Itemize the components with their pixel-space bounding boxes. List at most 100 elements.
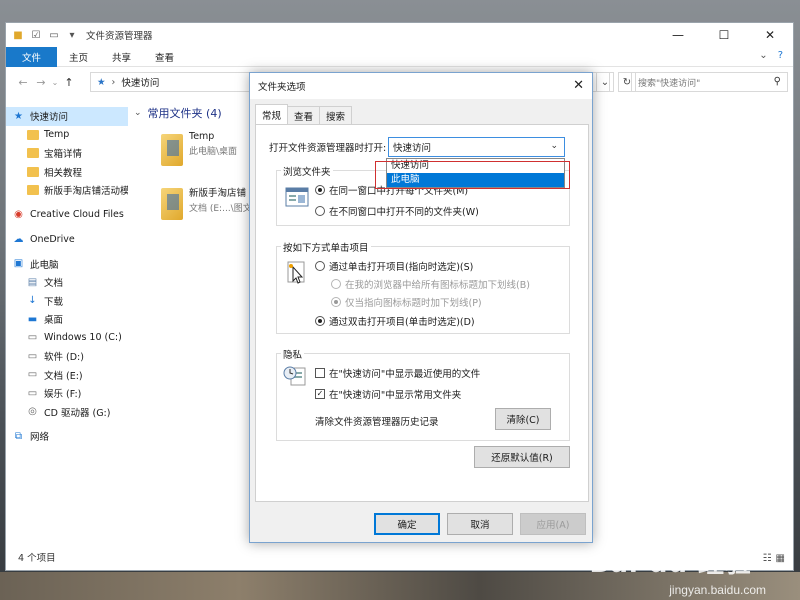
nav-item-label: 宝箱详情 xyxy=(44,149,83,161)
checkbox-label: 在"快速访问"中显示最近使用的文件 xyxy=(329,369,481,380)
nav-item-drive-c[interactable]: ▭ Windows 10 (C:) xyxy=(6,329,128,348)
new-folder-icon[interactable]: ▭ xyxy=(48,29,60,41)
back-arrow-icon[interactable]: ← xyxy=(14,73,32,91)
tab-search[interactable]: 搜索 xyxy=(319,106,353,124)
group-header[interactable]: ⌄ 常用文件夹 (4) xyxy=(134,103,264,123)
customize-toolbar-icon[interactable]: ▾ xyxy=(66,29,78,41)
nav-item-label: 软件 (D:) xyxy=(44,352,84,364)
nav-item-desktop[interactable]: ▬ 桌面 xyxy=(6,310,128,329)
highlight-annotation-box xyxy=(375,161,570,189)
open-explorer-selected-value: 快速访问 xyxy=(393,143,432,154)
underline-on-hover-radio[interactable]: 仅当指向图标标题时加下划线(P) xyxy=(331,295,482,309)
radio-dot xyxy=(315,185,325,195)
maximize-button[interactable]: ☐ xyxy=(701,23,747,47)
chevron-down-icon[interactable]: ⌄ xyxy=(550,141,558,151)
drive-icon: ▭ xyxy=(27,387,38,399)
underline-always-radio[interactable]: 在我的浏览器中给所有图标标题加下划线(B) xyxy=(331,277,530,291)
forward-arrow-icon[interactable]: → xyxy=(32,73,50,91)
collapse-chevron-icon[interactable]: ⌄ xyxy=(134,108,142,118)
nav-item-label: Creative Cloud Files xyxy=(30,209,124,221)
view-toggle-icons: ☷ ▦ xyxy=(763,553,785,564)
nav-item-treasure-details[interactable]: 宝箱详情 xyxy=(6,144,128,163)
radio-label: 在不同窗口中打开不同的文件夹(W) xyxy=(329,207,479,218)
folder-icon xyxy=(26,166,39,178)
onedrive-icon: ☁ xyxy=(13,233,24,245)
restore-defaults-button[interactable]: 还原默认值(R) xyxy=(474,446,570,468)
dialog-tabs: 常规 查看 搜索 xyxy=(255,104,353,124)
help-icon[interactable]: ? xyxy=(778,50,783,61)
tab-view-options[interactable]: 查看 xyxy=(287,106,321,124)
tab-share[interactable]: 共享 xyxy=(100,47,143,67)
nav-item-onedrive[interactable]: ☁ OneDrive xyxy=(6,230,128,249)
privacy-history-icon xyxy=(283,366,306,386)
network-icon: ⧉ xyxy=(14,430,23,442)
tab-file[interactable]: 文件 xyxy=(6,46,58,67)
tab-general[interactable]: 常规 xyxy=(255,104,289,124)
nav-item-drive-d[interactable]: ▭ 软件 (D:) xyxy=(6,347,128,366)
drive-icon: ▭ xyxy=(27,350,38,362)
nav-item-this-pc[interactable]: ▣ 此电脑 xyxy=(6,255,128,274)
nav-item-quick-access[interactable]: ★ 快速访问 xyxy=(6,107,128,126)
nav-item-drive-e[interactable]: ▭ 文档 (E:) xyxy=(6,366,128,385)
nav-item-temp[interactable]: Temp xyxy=(6,126,128,145)
close-button[interactable]: ✕ xyxy=(747,23,793,47)
dialog-title: 文件夹选项 xyxy=(250,73,592,99)
watermark-logo: Bai du 经验 xyxy=(589,549,752,579)
nav-item-drive-g[interactable]: ◎ CD 驱动器 (G:) xyxy=(6,403,128,422)
cancel-button[interactable]: 取消 xyxy=(447,513,513,535)
large-icons-view-icon[interactable]: ▦ xyxy=(776,553,785,564)
expand-ribbon-icon[interactable]: ⌄ xyxy=(759,50,767,61)
nav-item-label: 网络 xyxy=(30,432,50,444)
window-title: 文件资源管理器 xyxy=(86,31,153,42)
nav-item-downloads[interactable]: ↓ 下载 xyxy=(6,292,128,311)
search-input[interactable]: 搜索"快速访问" xyxy=(638,76,700,89)
apply-button[interactable]: 应用(A) xyxy=(520,513,586,535)
pin-icon: ★ xyxy=(14,110,23,122)
nav-item-drive-f[interactable]: ▭ 娱乐 (F:) xyxy=(6,384,128,403)
folder-tile-name: Temp xyxy=(189,131,215,142)
nav-item-shop-activity[interactable]: 新版手淘店铺活动模 xyxy=(6,181,128,200)
folder-tile-location: 此电脑\桌面 xyxy=(189,147,238,157)
address-actions: ⌄ ↻ xyxy=(596,72,636,92)
ok-button[interactable]: 确定 xyxy=(374,513,440,535)
details-view-icon[interactable]: ☷ xyxy=(763,553,772,564)
browse-new-window-radio[interactable]: 在不同窗口中打开不同的文件夹(W) xyxy=(315,204,479,218)
search-icon[interactable]: ⚲ xyxy=(774,76,781,87)
click-items-title: 按如下方式单击项目 xyxy=(281,240,371,254)
nav-item-creative-cloud[interactable]: ◉ Creative Cloud Files xyxy=(6,206,128,225)
up-arrow-icon[interactable]: ↑ xyxy=(60,73,78,91)
nav-item-tutorials[interactable]: 相关教程 xyxy=(6,163,128,182)
clear-history-button[interactable]: 清除(C) xyxy=(495,408,551,430)
tab-view[interactable]: 查看 xyxy=(143,47,186,67)
single-click-radio[interactable]: 通过单击打开项目(指向时选定)(S) xyxy=(315,259,473,273)
recent-locations-icon[interactable]: ⌄ xyxy=(50,73,60,91)
ribbon-help-area: ⌄ ? xyxy=(759,50,783,61)
nav-item-network[interactable]: ⧉ 网络 xyxy=(6,427,128,446)
radio-dot xyxy=(315,206,325,216)
nav-item-label: 新版手淘店铺活动模 xyxy=(44,186,128,198)
clear-history-label: 清除文件资源管理器历史记录 xyxy=(315,417,439,428)
minimize-button[interactable]: — xyxy=(655,23,701,47)
show-recent-files-checkbox[interactable]: 在"快速访问"中显示最近使用的文件 xyxy=(315,366,480,380)
properties-icon[interactable]: ☑ xyxy=(30,29,42,41)
show-frequent-folders-checkbox[interactable]: ✓ 在"快速访问"中显示常用文件夹 xyxy=(315,387,461,401)
nav-item-label: 娱乐 (F:) xyxy=(44,389,82,401)
nav-item-label: 桌面 xyxy=(44,315,64,327)
breadcrumb-separator-icon[interactable]: › xyxy=(112,77,116,88)
folder-icon xyxy=(26,184,39,196)
double-click-radio[interactable]: 通过双击打开项目(单击时选定)(D) xyxy=(315,314,475,328)
cloud-icon: ◉ xyxy=(14,209,23,221)
address-dropdown-icon[interactable]: ⌄ xyxy=(596,72,614,92)
search-box[interactable]: 搜索"快速访问" ⚲ xyxy=(631,72,788,92)
address-path[interactable]: 快速访问 xyxy=(121,75,159,89)
group-header-label: 常用文件夹 (4) xyxy=(147,107,222,120)
dialog-close-icon[interactable]: ✕ xyxy=(573,78,584,93)
nav-item-documents[interactable]: ▤ 文档 xyxy=(6,273,128,292)
tab-home[interactable]: 主页 xyxy=(57,47,100,67)
title-bar: ■ ☑ ▭ ▾ 文件资源管理器 — ☐ ✕ xyxy=(6,23,793,47)
checkbox-box xyxy=(315,368,325,378)
open-explorer-select[interactable]: 快速访问 ⌄ xyxy=(388,137,565,157)
status-bar-text: 4 个项目 xyxy=(18,553,56,564)
quick-access-pin-icon: ★ xyxy=(97,76,106,88)
radio-label: 通过单击打开项目(指向时选定)(S) xyxy=(329,262,474,273)
